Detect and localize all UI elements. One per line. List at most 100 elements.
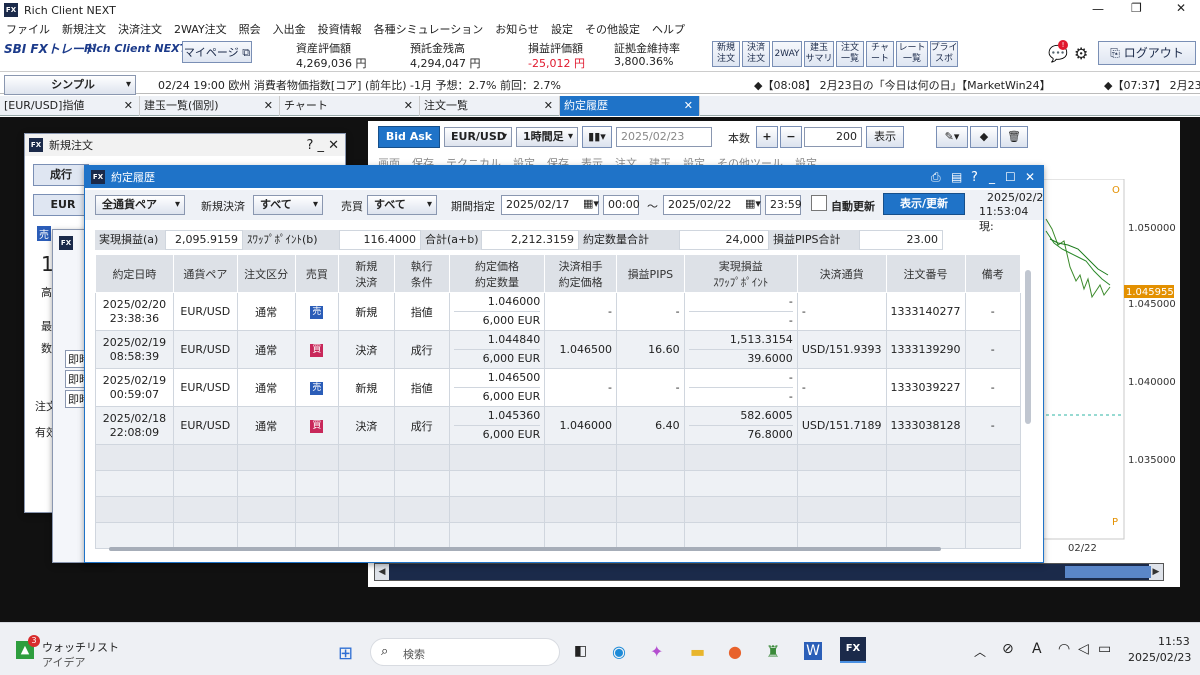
close-button[interactable]: ✕: [1176, 1, 1186, 15]
menu-item[interactable]: 各種シミュレーション: [368, 21, 490, 37]
ime-indicator[interactable]: A: [1032, 641, 1042, 657]
word-icon[interactable]: W: [804, 642, 822, 660]
tab-execution-history[interactable]: 約定履歴 ✕: [560, 96, 700, 116]
history-vscroll[interactable]: [1025, 270, 1031, 424]
menu-item[interactable]: 設定: [545, 21, 579, 37]
task-view-icon[interactable]: ◧: [574, 643, 587, 659]
battery-icon[interactable]: ▭: [1098, 641, 1111, 657]
tab-chart[interactable]: チャート ✕: [280, 96, 420, 116]
quick-action-button[interactable]: 注文 一覧: [836, 41, 864, 67]
history-header[interactable]: 備考: [964, 254, 1022, 293]
taskbar-search[interactable]: ⌕ 検索: [370, 638, 560, 666]
tab-eurusd-limit[interactable]: [EUR/USD]指値 ✕: [0, 96, 140, 116]
pair-filter-select[interactable]: 全通貨ペア: [95, 195, 185, 215]
table-row[interactable]: 2025/02/20 23:38:36 EUR/USD 通常 売 新規 指値 1.046000…: [95, 292, 1022, 331]
to-time-input[interactable]: 23:59: [765, 195, 802, 215]
ticker-economic-event[interactable]: 02/24 19:00 欧州 消費者物価指数[コア] (前年比) -1月 予想：…: [158, 77, 561, 93]
ticker-news-1[interactable]: ◆【08:08】 2月23日の「今日は何の日」【MarketWin24】: [754, 77, 1051, 93]
new-settle-select[interactable]: すべて: [253, 195, 323, 215]
tab-positions[interactable]: 建玉一覧(個別) ✕: [140, 96, 280, 116]
mypage-button[interactable]: マイページ ⧉: [182, 41, 252, 63]
table-row[interactable]: 2025/02/19 08:58:39 EUR/USD 通常 買 決済 成行 1.044840…: [95, 330, 1022, 369]
csv-icon[interactable]: ▤: [951, 170, 962, 184]
history-header[interactable]: 損益PIPS: [616, 254, 685, 293]
menu-item[interactable]: 2WAY注文: [168, 21, 233, 37]
ticker-mode-select[interactable]: シンプル: [4, 75, 136, 95]
network-icon[interactable]: ⊘: [1002, 641, 1014, 657]
chart-scrollbar[interactable]: ◀ ▶: [374, 563, 1164, 581]
app-icon[interactable]: ♜: [766, 642, 780, 661]
from-time-input[interactable]: 00:00: [603, 195, 640, 215]
history-header[interactable]: 注文番号: [885, 254, 966, 293]
candle-type-button[interactable]: ▮▮▾: [582, 126, 612, 148]
side-select[interactable]: すべて: [367, 195, 437, 215]
menu-item[interactable]: 照会: [233, 21, 267, 37]
history-header[interactable]: 新規 決済: [338, 254, 395, 293]
auto-refresh-checkbox[interactable]: [811, 195, 827, 211]
minimize-button[interactable]: _: [989, 170, 995, 184]
chart-pair-select[interactable]: EUR/USD: [444, 127, 512, 147]
history-header[interactable]: 実現損益 ｽﾜｯﾌﾟﾎﾟｲﾝﾄ: [683, 254, 798, 293]
trash-icon[interactable]: 🗑: [1000, 126, 1028, 148]
menu-item[interactable]: 新規注文: [56, 21, 112, 37]
refresh-button[interactable]: 表示/更新: [883, 193, 965, 215]
new-order-controls[interactable]: ? _ ✕: [306, 138, 339, 153]
logout-button[interactable]: ⎘ ログアウト: [1098, 41, 1196, 65]
history-header[interactable]: 執行 条件: [393, 254, 450, 293]
history-header[interactable]: 注文区分: [236, 254, 296, 293]
qty-plus-button[interactable]: +: [756, 126, 778, 148]
quick-action-button[interactable]: 新規 注文: [712, 41, 740, 67]
help-button[interactable]: ?: [971, 170, 978, 185]
history-header[interactable]: 約定日時: [95, 254, 174, 293]
export-icon[interactable]: ⎙: [931, 170, 941, 185]
history-header[interactable]: 売買: [294, 254, 340, 293]
menu-item[interactable]: ファイル: [0, 21, 56, 37]
watchlist-widget[interactable]: ▲ 3 ウォッチリスト アイデア: [16, 635, 126, 669]
chart-qty-input[interactable]: 200: [804, 127, 862, 147]
history-header[interactable]: 決済通貨: [796, 254, 887, 293]
calendar-icon[interactable]: ▦▾: [583, 197, 599, 210]
menu-item[interactable]: ヘルプ: [646, 21, 691, 37]
quick-action-button[interactable]: 2WAY: [772, 41, 802, 67]
firefox-icon[interactable]: ●: [728, 642, 742, 661]
rich-client-taskbar-icon[interactable]: FX: [840, 637, 866, 663]
chevron-up-icon[interactable]: ︿: [974, 643, 986, 660]
maximize-button[interactable]: ❐: [1131, 1, 1142, 15]
quick-action-button[interactable]: 建玉 サマリ: [804, 41, 834, 67]
menu-item[interactable]: その他設定: [579, 21, 646, 37]
qty-minus-button[interactable]: −: [780, 126, 802, 148]
tab-orders[interactable]: 注文一覧 ✕: [420, 96, 560, 116]
edge-icon[interactable]: ◉: [612, 642, 626, 661]
maximize-button[interactable]: ☐: [1005, 170, 1016, 184]
market-order-tab[interactable]: 成行: [33, 164, 89, 186]
quick-action-button[interactable]: 決済 注文: [742, 41, 770, 67]
chart-interval-select[interactable]: 1時間足: [516, 127, 578, 147]
quick-action-button[interactable]: チャ ート: [866, 41, 894, 67]
wifi-icon[interactable]: ◠: [1058, 641, 1070, 657]
table-row[interactable]: 2025/02/19 00:59:07 EUR/USD 通常 売 新規 指値 1.046500…: [95, 368, 1022, 407]
quick-action-button[interactable]: レート 一覧: [896, 41, 928, 67]
volume-icon[interactable]: ◁: [1078, 641, 1089, 657]
draw-pen-icon[interactable]: ✎▾: [936, 126, 968, 148]
clock-time[interactable]: 11:53: [1158, 635, 1190, 648]
chart-show-button[interactable]: 表示: [866, 126, 904, 148]
settings-gear-icon[interactable]: ⚙: [1074, 44, 1088, 63]
quick-action-button[interactable]: プライ スボ: [930, 41, 958, 67]
table-row[interactable]: 2025/02/18 22:08:09 EUR/USD 通常 買 決済 成行 1.045360…: [95, 406, 1022, 445]
bid-ask-toggle[interactable]: Bid Ask: [378, 126, 440, 148]
copilot-icon[interactable]: ✦: [650, 642, 663, 661]
close-button[interactable]: ✕: [1025, 170, 1035, 184]
calendar-icon[interactable]: ▦▾: [745, 197, 761, 210]
history-header[interactable]: 決済相手 約定価格: [544, 254, 618, 293]
folder-icon[interactable]: ▬: [690, 642, 705, 661]
menu-item[interactable]: 投資情報: [312, 21, 368, 37]
menu-item[interactable]: お知らせ: [489, 21, 545, 37]
history-header[interactable]: 通貨ペア: [172, 254, 238, 293]
menu-item[interactable]: 入出金: [267, 21, 312, 37]
eraser-icon[interactable]: ◆: [970, 126, 998, 148]
history-hscroll[interactable]: [109, 547, 941, 551]
chart-date-input[interactable]: 2025/02/23: [616, 127, 712, 147]
menu-item[interactable]: 決済注文: [112, 21, 168, 37]
clock-date[interactable]: 2025/02/23: [1128, 651, 1191, 664]
ticker-news-2[interactable]: ◆【07:37】 2月23日: [1104, 77, 1200, 93]
